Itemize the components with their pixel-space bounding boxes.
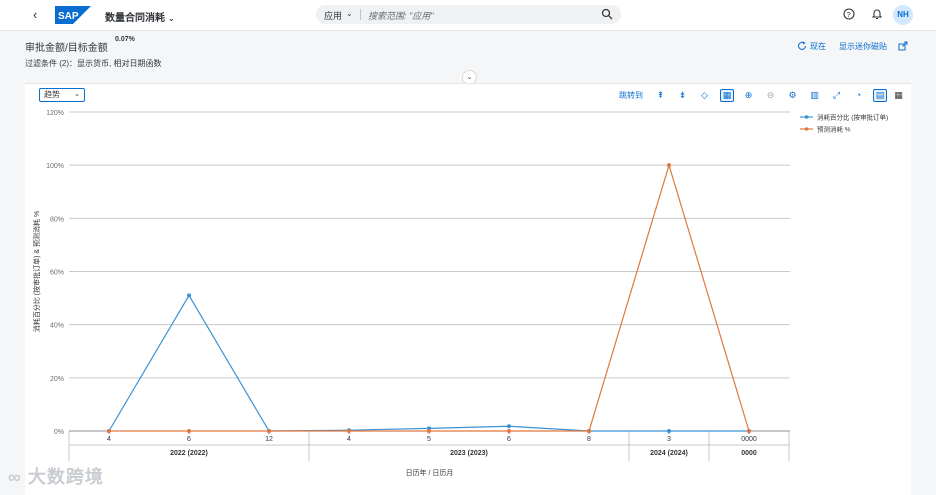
x-tick-label: 0000 bbox=[741, 436, 757, 443]
filter-summary: 过滤条件 (2)：显示货币, 相对日期函数 bbox=[25, 59, 162, 68]
x-tick-label: 8 bbox=[587, 436, 591, 443]
x-tick-label: 5 bbox=[427, 436, 431, 443]
legend-label: 消耗百分比 (按审批订单) bbox=[817, 113, 888, 122]
data-point bbox=[507, 424, 511, 429]
kpi-value: 0.07% bbox=[115, 36, 135, 43]
now-link[interactable]: 现在 bbox=[810, 41, 826, 52]
page-title: 审批金额/目标金额 bbox=[25, 43, 108, 54]
svg-text:?: ? bbox=[847, 12, 851, 19]
page-header: 审批金额/目标金额 0.07% 过滤条件 (2)：显示货币, 相对日期函数 现在… bbox=[0, 31, 936, 85]
avatar[interactable]: NH bbox=[893, 5, 913, 25]
data-point bbox=[267, 429, 271, 433]
data-point bbox=[667, 163, 671, 168]
x-group-label: 0000 bbox=[741, 450, 757, 457]
x-tick-label: 4 bbox=[107, 436, 111, 443]
chevron-down-icon: ⌄ bbox=[168, 14, 175, 23]
y-tick-label: 40% bbox=[50, 323, 64, 330]
sap-logo[interactable]: SAP bbox=[55, 6, 91, 24]
y-tick-label: 60% bbox=[50, 270, 64, 277]
x-tick-label: 3 bbox=[667, 436, 671, 443]
legend-marker bbox=[804, 127, 809, 131]
refresh-icon[interactable] bbox=[797, 41, 807, 51]
help-icon[interactable]: ? bbox=[843, 8, 855, 20]
data-point bbox=[187, 429, 191, 433]
x-tick-label: 12 bbox=[265, 436, 273, 443]
shell-bar: ‹ SAP 数量合同消耗 ⌄ 应用 ⌄ 搜索范围: "应用" ? NH bbox=[0, 0, 936, 31]
series-line bbox=[109, 163, 750, 432]
notification-bell-icon[interactable] bbox=[871, 8, 883, 20]
data-point bbox=[107, 429, 111, 433]
y-tick-label: 0% bbox=[54, 429, 64, 436]
y-tick-label: 120% bbox=[46, 110, 64, 117]
svg-text:SAP: SAP bbox=[58, 11, 79, 22]
data-point bbox=[347, 429, 351, 433]
x-group-label: 2023 (2023) bbox=[450, 450, 488, 457]
show-mini-tile-link[interactable]: 显示迷你磁贴 bbox=[839, 41, 887, 52]
x-tick-label: 4 bbox=[347, 436, 351, 443]
search-scope[interactable]: 应用 bbox=[324, 9, 342, 22]
x-tick-label: 6 bbox=[187, 436, 191, 443]
chart-card: 趋势 ⌄ 跳转到 ⇞ ⇟ ◇ ▦ ⊕ ⊖ ⚙ ▥ ⤢ ◔ ▤ ▦ 0% 20% 40… bbox=[25, 83, 911, 495]
divider bbox=[360, 9, 361, 20]
y-tick-label: 20% bbox=[50, 376, 64, 383]
legend-marker bbox=[804, 115, 809, 119]
share-icon[interactable] bbox=[898, 41, 908, 51]
y-tick-label: 100% bbox=[46, 163, 64, 170]
data-point bbox=[507, 429, 511, 433]
data-point bbox=[747, 429, 751, 433]
data-point bbox=[187, 293, 191, 298]
app-title-menu[interactable]: 数量合同消耗 ⌄ bbox=[105, 9, 175, 24]
y-tick-label: 80% bbox=[50, 216, 64, 223]
search-input[interactable]: 搜索范围: "应用" bbox=[368, 9, 433, 22]
series-line bbox=[108, 294, 749, 432]
data-point bbox=[667, 429, 671, 433]
search-icon[interactable] bbox=[601, 8, 613, 20]
x-group-label: 2022 (2022) bbox=[170, 450, 208, 457]
back-icon[interactable]: ‹ bbox=[33, 7, 37, 22]
legend-label: 预测消耗 % bbox=[817, 125, 851, 134]
search-field[interactable]: 应用 ⌄ 搜索范围: "应用" bbox=[316, 5, 621, 24]
data-point bbox=[427, 429, 431, 433]
x-axis-title: 日历年 / 日历月 bbox=[406, 468, 454, 477]
line-chart: 0% 20% 40% 60% 80% 100% 120% 4 6 12 4 5 6 8 3 0000 2022 … bbox=[32, 110, 888, 477]
chevron-down-icon[interactable]: ⌄ bbox=[346, 9, 353, 18]
y-axis-title: 消耗百分比 (按审批订单) & 预测消耗 % bbox=[32, 211, 41, 332]
watermark: ∞ 大数跨境 bbox=[8, 467, 104, 487]
data-point bbox=[587, 429, 591, 433]
chevron-down-icon: ⌄ bbox=[466, 74, 473, 81]
x-group-label: 2024 (2024) bbox=[650, 450, 688, 457]
x-tick-label: 6 bbox=[507, 436, 511, 443]
app-title: 数量合同消耗 bbox=[105, 13, 165, 24]
